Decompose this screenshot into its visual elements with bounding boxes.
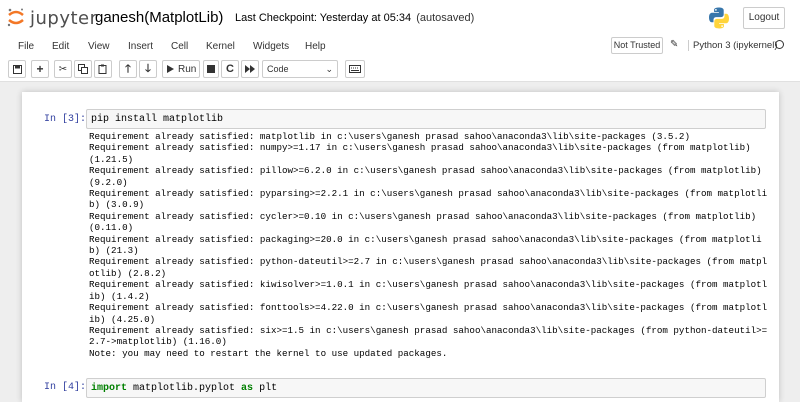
run-label: Run	[178, 63, 197, 75]
output-line: Note: you may need to restart the kernel…	[89, 347, 448, 359]
interrupt-button[interactable]	[203, 60, 219, 78]
menu-bar: File Edit View Insert Cell Kernel Widget…	[0, 36, 800, 58]
run-button[interactable]: Run	[162, 60, 200, 78]
command-palette-button[interactable]	[345, 60, 365, 78]
restart-run-all-button[interactable]	[241, 60, 259, 78]
cell-prompt: In [3]:	[44, 114, 87, 125]
cell-prompt: In [4]:	[44, 382, 87, 393]
menu-edit[interactable]: Edit	[52, 41, 69, 52]
arrow-down-icon: 🡓	[145, 62, 151, 75]
notebook-container: In [3]: pip install matplotlib Requireme…	[22, 92, 779, 402]
cell-output: Requirement already satisfied: matplotli…	[89, 131, 769, 359]
kernel-idle-indicator-icon	[775, 40, 784, 49]
chevron-down-icon: ⌄	[325, 64, 333, 74]
output-line: Requirement already satisfied: python-da…	[89, 256, 768, 279]
notebook-name[interactable]: ganesh(MatplotLib)	[95, 9, 223, 26]
output-line: Requirement already satisfied: cycler>=0…	[89, 210, 762, 234]
cell-type-select[interactable]: Code ⌄	[262, 60, 338, 78]
notebook-header: jupyter ganesh(MatplotLib) Last Checkpoi…	[0, 0, 800, 36]
move-up-button[interactable]: 🡑	[119, 60, 137, 78]
save-button[interactable]	[8, 60, 26, 78]
output-line: Requirement already satisfied: matplotli…	[89, 131, 690, 142]
menu-kernel[interactable]: Kernel	[206, 41, 235, 52]
output-line: Requirement already satisfied: packaging…	[89, 233, 762, 257]
restart-icon: C	[226, 63, 234, 75]
output-line: Requirement already satisfied: fonttools…	[89, 302, 768, 325]
copy-button[interactable]	[74, 60, 92, 78]
autosave-status: (autosaved)	[416, 12, 475, 24]
logout-button[interactable]: Logout	[743, 7, 785, 29]
jupyter-logo-icon	[7, 8, 24, 27]
kernel-name[interactable]: Python 3 (ipykernel)	[688, 40, 777, 51]
jupyter-logo[interactable]: jupyter	[6, 6, 97, 30]
save-icon	[12, 64, 22, 74]
code-cell-input[interactable]: import matplotlib.pyplot as plt	[86, 378, 766, 398]
menu-help[interactable]: Help	[305, 41, 326, 52]
toolbar: + ✂ 🡑 🡓 Run C Code ⌄	[0, 58, 800, 82]
menu-cell[interactable]: Cell	[171, 41, 188, 52]
menu-view[interactable]: View	[88, 41, 110, 52]
menu-file[interactable]: File	[18, 41, 34, 52]
pencil-icon[interactable]: ✎	[670, 39, 678, 50]
output-line: Requirement already satisfied: numpy>=1.…	[89, 142, 757, 165]
fast-forward-icon	[245, 65, 255, 73]
python-logo-icon	[709, 7, 729, 29]
play-icon	[167, 65, 174, 73]
checkpoint-text: Last Checkpoint: Yesterday at 05:34	[235, 12, 412, 24]
menu-insert[interactable]: Insert	[128, 41, 153, 52]
keyboard-icon	[349, 65, 361, 73]
not-trusted-button[interactable]: Not Trusted	[611, 37, 663, 54]
logo-text: jupyter	[30, 8, 98, 29]
insert-cell-button[interactable]: +	[31, 60, 49, 78]
output-line: Requirement already satisfied: pyparsing…	[89, 188, 768, 211]
checkpoint-status: Last Checkpoint: Yesterday at 05:34 (aut…	[235, 12, 474, 24]
paste-icon	[98, 64, 107, 74]
paste-button[interactable]	[94, 60, 112, 78]
code-keyword: as	[241, 383, 254, 394]
scissors-icon: ✂	[58, 63, 68, 75]
stop-icon	[207, 65, 215, 73]
arrow-up-icon: 🡑	[125, 62, 131, 75]
restart-button[interactable]: C	[221, 60, 239, 78]
code-text: matplotlib.pyplot	[127, 383, 242, 394]
menu-widgets[interactable]: Widgets	[253, 41, 289, 52]
output-line: Requirement already satisfied: kiwisolve…	[89, 279, 768, 302]
code-text: plt	[253, 383, 278, 394]
plus-icon: +	[36, 62, 44, 76]
code-keyword: import	[91, 383, 128, 394]
move-down-button[interactable]: 🡓	[139, 60, 157, 78]
copy-icon	[78, 64, 88, 74]
cut-button[interactable]: ✂	[54, 60, 72, 78]
output-line: Requirement already satisfied: pillow>=6…	[89, 165, 768, 188]
code-cell-input[interactable]: pip install matplotlib	[86, 109, 766, 129]
output-line: Requirement already satisfied: six>=1.5 …	[89, 324, 768, 348]
cell-type-value: Code	[267, 64, 289, 74]
